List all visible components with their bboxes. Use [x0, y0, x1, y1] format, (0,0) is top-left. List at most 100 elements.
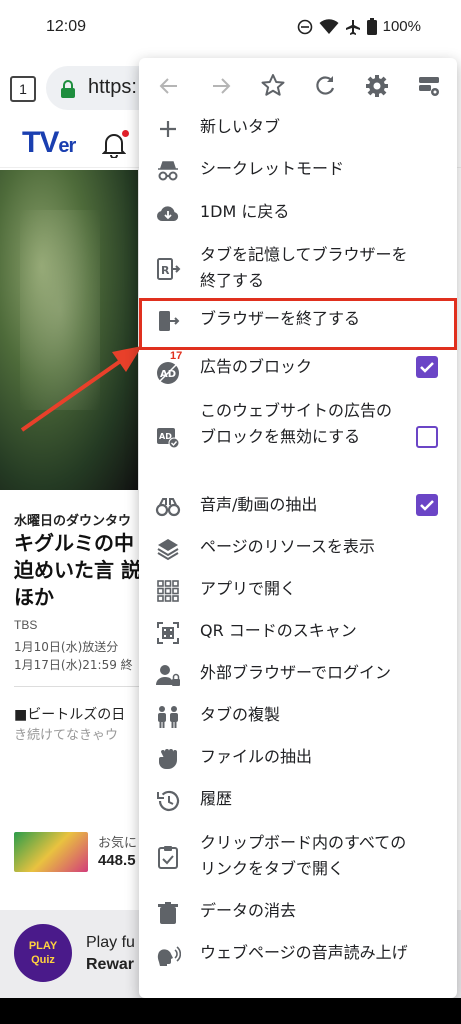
- divider: [14, 686, 140, 687]
- status-time: 12:09: [46, 18, 87, 35]
- history-icon: [157, 790, 180, 811]
- menu-item-label: アプリで開く: [200, 579, 297, 598]
- play-quiz-logo: PLAY Quiz: [14, 924, 72, 982]
- menu-item-label: 1DM に戻る: [200, 202, 290, 221]
- ad-label: お気に: [98, 836, 138, 851]
- plus-icon: [160, 121, 176, 137]
- menu-item-open-in-app[interactable]: アプリで開く: [139, 576, 457, 616]
- menu-item-extract-files[interactable]: ファイルの抽出: [139, 744, 457, 784]
- menu-item-label: ファイルの抽出: [200, 747, 313, 766]
- quiz-logo-line1: PLAY: [28, 940, 58, 952]
- program-end-date: 1月17日(水)21:59 終: [14, 658, 133, 672]
- menu-item-label: クリップボード内のすべてのリンクをタブで開く: [200, 833, 407, 878]
- status-bar: 12:09 100%: [0, 0, 461, 56]
- battery-icon: [366, 18, 377, 35]
- system-nav-bar: [0, 998, 461, 1024]
- menu-item-exit-browser[interactable]: ブラウザーを終了する: [139, 306, 457, 346]
- menu-item-label: QR コードのスキャン: [200, 621, 357, 640]
- menu-item-page-resources[interactable]: ページのリソースを表示: [139, 534, 457, 574]
- bookmark-star-icon[interactable]: [259, 72, 287, 100]
- wifi-icon: [319, 18, 339, 34]
- menu-item-label: ページのリソースを表示: [200, 537, 375, 556]
- svg-text:R: R: [161, 264, 170, 277]
- menu-item-read-aloud[interactable]: ウェブページの音声読み上げ: [139, 940, 457, 980]
- menu-item-label: ブラウザーを終了する: [200, 309, 361, 328]
- app-grid-icon: [157, 580, 179, 602]
- disable-ad-block-checkbox[interactable]: [416, 426, 438, 448]
- trash-icon: [158, 902, 178, 924]
- menu-item-label: 新しいタブ: [200, 117, 281, 136]
- menu-item-label: 音声/動画の抽出: [200, 495, 318, 514]
- logo-main: TV: [22, 126, 59, 159]
- menu-item-label: タブを記憶してブラウザーを終了する: [200, 245, 408, 290]
- clipboard-check-icon: [158, 846, 178, 869]
- speaking-head-icon: [157, 946, 181, 966]
- incognito-icon: [158, 161, 178, 181]
- menu-item-label: データの消去: [200, 901, 297, 920]
- user-lock-icon: [156, 665, 180, 686]
- quiz-logo-line2: Quiz: [31, 954, 55, 966]
- menu-item-back-to-1dm[interactable]: 1DM に戻る: [139, 199, 457, 239]
- menu-toolbar: [139, 58, 457, 114]
- tab-switcher-button[interactable]: 1: [10, 76, 36, 102]
- menu-item-label: 広告のブロック: [200, 357, 313, 376]
- exit-door-icon: [159, 311, 180, 331]
- ad-block-checkbox[interactable]: [416, 356, 438, 378]
- menu-item-qr-scan[interactable]: QR コードのスキャン: [139, 618, 457, 658]
- program-air-date: 1月10日(水)放送分: [14, 640, 119, 654]
- menu-item-ad-block[interactable]: AD 17 広告のブロック: [139, 350, 457, 394]
- menu-item-disable-ad-block-site[interactable]: AD このウェブサイトの広告のブロックを無効にする: [139, 398, 457, 480]
- menu-item-label: シークレットモード: [200, 159, 345, 178]
- cloud-download-icon: [156, 206, 179, 221]
- server-settings-icon[interactable]: [415, 72, 443, 100]
- fist-icon: [159, 749, 177, 769]
- browser-overflow-menu: 新しいタブ シークレットモード 1DM に戻る R タブを記憶してブラウザーを終…: [139, 58, 457, 998]
- airplane-icon: [345, 19, 360, 35]
- ad-block-count-badge: 17: [170, 350, 183, 362]
- tver-logo[interactable]: TVer: [22, 126, 76, 160]
- ad-thumbnail[interactable]: [14, 832, 88, 872]
- menu-item-external-login[interactable]: 外部ブラウザーでログイン: [139, 660, 457, 700]
- qr-code-icon: [157, 622, 179, 644]
- news-subtitle: き続けてなきゃウ: [14, 728, 119, 743]
- exit-with-restore-icon: R: [157, 258, 181, 280]
- menu-item-label: タブの複製: [200, 705, 281, 724]
- url-text: https:: [88, 76, 137, 98]
- menu-item-history[interactable]: 履歴: [139, 786, 457, 826]
- checkmark-icon: [420, 500, 434, 511]
- menu-item-save-tabs-and-exit[interactable]: R タブを記憶してブラウザーを終了する: [139, 242, 457, 296]
- menu-item-new-tab[interactable]: 新しいタブ: [139, 114, 457, 154]
- program-category: 水曜日のダウンタウ: [14, 514, 132, 529]
- ad-exception-icon: AD: [157, 428, 180, 449]
- checkmark-icon: [420, 362, 434, 373]
- program-thumbnail[interactable]: [0, 170, 138, 490]
- banner-text: Play fu: [86, 934, 135, 951]
- menu-item-incognito[interactable]: シークレットモード: [139, 156, 457, 196]
- menu-item-open-clipboard-links[interactable]: クリップボード内のすべてのリンクをタブで開く: [139, 830, 457, 888]
- banner-subtext: Rewar: [86, 956, 135, 973]
- forward-arrow-icon[interactable]: [207, 72, 235, 100]
- binoculars-icon: [155, 498, 181, 517]
- menu-item-clear-data[interactable]: データの消去: [139, 898, 457, 938]
- menu-item-duplicate-tab[interactable]: タブの複製: [139, 702, 457, 742]
- extract-media-checkbox[interactable]: [416, 494, 438, 516]
- program-station: TBS: [14, 618, 38, 632]
- settings-gear-icon[interactable]: [363, 72, 391, 100]
- menu-item-label: 外部ブラウザーでログイン: [200, 663, 392, 682]
- people-icon: [158, 706, 178, 728]
- back-arrow-icon[interactable]: [155, 72, 183, 100]
- do-not-disturb-icon: [297, 19, 312, 34]
- layers-icon: [157, 539, 179, 561]
- battery-percent: 100%: [382, 18, 421, 35]
- notification-dot: [122, 130, 129, 137]
- logo-small: er: [58, 135, 76, 157]
- ad-value: 448.5: [98, 852, 136, 869]
- lock-icon: [61, 80, 75, 98]
- menu-item-extract-media[interactable]: 音声/動画の抽出: [139, 492, 457, 532]
- menu-item-label: 履歴: [200, 789, 233, 808]
- status-icons: 100%: [297, 18, 421, 35]
- menu-item-label: このウェブサイトの広告のブロックを無効にする: [200, 401, 393, 446]
- reload-icon[interactable]: [311, 72, 339, 100]
- news-title[interactable]: ■ビートルズの日: [14, 704, 125, 724]
- ad-block-icon: AD: [157, 362, 179, 384]
